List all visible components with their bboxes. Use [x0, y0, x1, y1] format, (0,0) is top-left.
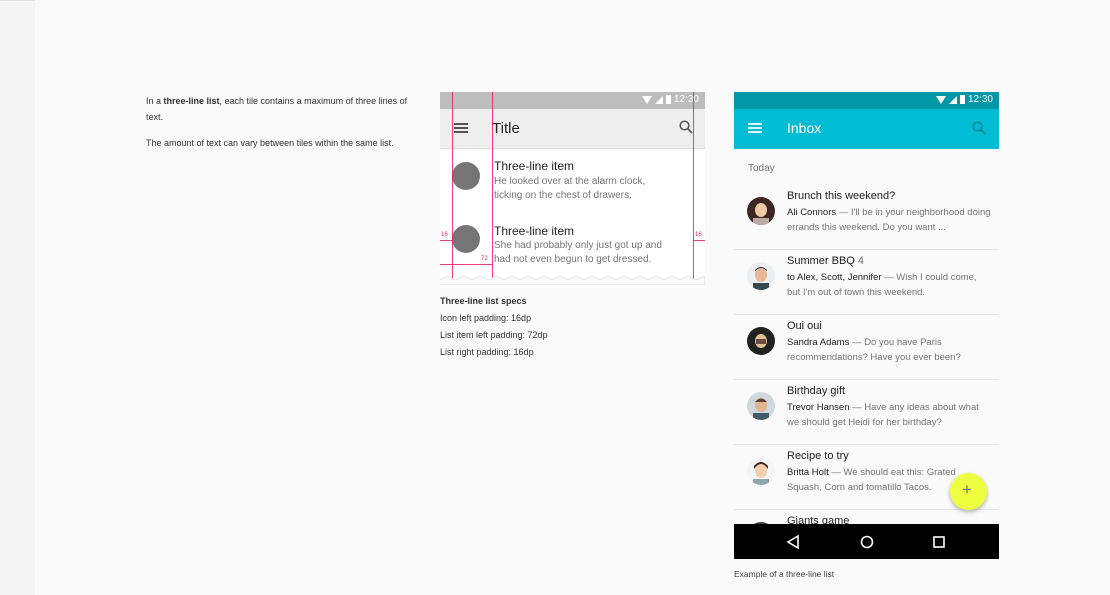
phone-caption: Example of a three-line list — [734, 569, 835, 579]
spec-caption: Three-line list specs Icon left padding:… — [440, 293, 548, 361]
item-line-2: ticking on the chest of drawers. — [494, 190, 632, 201]
mail-item[interactable]: Oui oui Sandra Adams — Do you have Paris… — [734, 315, 999, 380]
wifi-icon — [641, 95, 652, 104]
avatar — [747, 392, 775, 420]
menu-icon[interactable] — [454, 123, 468, 133]
desc-bold-term: three-line list — [163, 96, 220, 106]
status-icons: 12:30 — [641, 94, 699, 105]
signal-icon — [948, 95, 957, 104]
battery-icon — [959, 95, 965, 104]
signal-icon — [654, 95, 663, 104]
recents-icon[interactable] — [931, 534, 947, 550]
search-icon[interactable] — [972, 121, 986, 135]
list-item[interactable]: Three-line item She had probably only ju… — [440, 215, 705, 280]
status-bar: 12:30 — [734, 92, 999, 109]
plus-icon: + — [962, 480, 972, 499]
spec-line: Icon left padding: 16dp — [440, 313, 532, 323]
spec-line: List right padding: 16dp — [440, 347, 534, 357]
avatar — [747, 197, 775, 225]
guide-right — [693, 92, 694, 285]
item-line-2: had not even begun to get dressed. — [494, 254, 652, 265]
guide-measure — [693, 240, 705, 241]
status-bar: 12:30 — [440, 92, 705, 109]
guide-text-left — [492, 92, 493, 285]
mail-item[interactable]: Birthday gift Trevor Hansen — Have any i… — [734, 380, 999, 445]
avatar-placeholder — [452, 225, 480, 253]
mail-item[interactable]: Summer BBQ 4 to Alex, Scott, Jennifer — W… — [734, 250, 999, 315]
mail-subject: Summer BBQ 4 — [787, 255, 864, 267]
status-time: 12:30 — [673, 94, 699, 105]
description-paragraph-1: In a three-line list, each tile contains… — [146, 93, 426, 125]
guide-measure — [440, 264, 492, 265]
app-bar: Inbox — [734, 109, 999, 149]
system-nav-bar — [734, 524, 999, 559]
status-icons: 12:30 — [935, 94, 993, 105]
description-paragraph-2: The amount of text can vary between tile… — [146, 138, 394, 148]
back-icon[interactable] — [785, 534, 801, 550]
home-icon[interactable] — [859, 534, 875, 550]
search-icon[interactable] — [679, 120, 693, 134]
description: In a three-line list, each tile contains… — [146, 93, 426, 161]
avatar — [747, 457, 775, 485]
app-bar-title: Inbox — [787, 120, 822, 136]
mail-subject: Birthday gift — [787, 385, 846, 397]
inbox-phone-mockup: 12:30 Inbox Today Brunch this weekend? A… — [734, 92, 999, 559]
spec-phone-mockup: 12:30 Title Three-line item He looked ov… — [440, 92, 705, 285]
mail-subject: Oui oui — [787, 320, 822, 332]
guide-measure — [440, 240, 452, 241]
mail-preview: Sandra Adams — Do you have Paris recomme… — [787, 337, 961, 363]
battery-icon — [665, 95, 671, 104]
status-time: 12:30 — [967, 94, 993, 105]
spec-label-72: 72 — [481, 256, 488, 263]
avatar — [747, 327, 775, 355]
guide-icon-left — [452, 92, 453, 285]
mail-subject: Brunch this weekend? — [787, 190, 896, 202]
spec-label-16-left: 16 — [441, 232, 448, 239]
menu-icon[interactable] — [748, 123, 762, 133]
spec-line: List item left padding: 72dp — [440, 330, 548, 340]
section-header: Today — [748, 163, 775, 174]
list-item[interactable]: Three-line item He looked over at the al… — [440, 150, 705, 215]
avatar-placeholder — [452, 162, 480, 190]
toolbar-title: Title — [492, 120, 520, 137]
item-title: Three-line item — [494, 224, 575, 238]
item-line-1: She had probably only just got up and — [494, 240, 662, 251]
wifi-icon — [935, 95, 946, 104]
mail-preview: Trevor Hansen — Have any ideas about wha… — [787, 402, 979, 428]
torn-edge — [440, 276, 705, 285]
spec-label-16-right: 16 — [695, 232, 702, 239]
desc-text: In a — [146, 96, 164, 106]
mail-item[interactable]: Brunch this weekend? Ali Connors — I'll … — [734, 185, 999, 250]
mail-preview: Ali Connors — I'll be in your neighborho… — [787, 207, 991, 233]
compose-fab[interactable]: + — [950, 473, 987, 510]
mail-subject: Recipe to try — [787, 450, 849, 462]
avatar — [747, 262, 775, 290]
toolbar: Title — [440, 109, 705, 149]
item-title: Three-line item — [494, 159, 575, 173]
item-line-1: He looked over at the alarm clock, — [494, 176, 646, 187]
spec-heading: Three-line list specs — [440, 296, 527, 306]
mail-preview: to Alex, Scott, Jennifer — Wish I could … — [787, 272, 977, 298]
